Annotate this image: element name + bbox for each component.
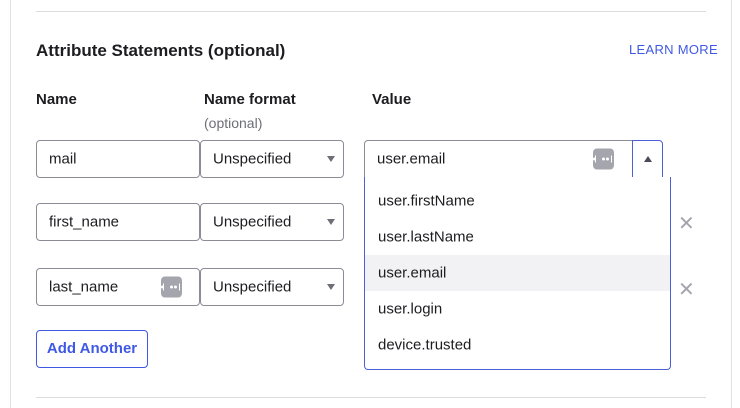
attribute-name-input[interactable]: last_name: [36, 268, 200, 306]
remove-row-close-icon[interactable]: ✕: [678, 214, 695, 234]
add-another-button[interactable]: Add Another: [36, 330, 148, 368]
name-format-value: Unspecified: [213, 278, 292, 296]
name-format-value: Unspecified: [213, 213, 292, 231]
attribute-name-value: first_name: [49, 213, 120, 231]
dropdown-option-label: device.trusted: [378, 336, 472, 354]
chevron-down-icon: [327, 284, 335, 290]
remove-row-close-icon[interactable]: ✕: [678, 280, 695, 300]
dropdown-option-highlighted[interactable]: user.email: [365, 255, 670, 291]
name-format-select[interactable]: Unspecified: [200, 140, 344, 178]
dropdown-option[interactable]: device.trusted: [365, 327, 670, 363]
column-header-value: Value: [372, 91, 412, 108]
dropdown-option[interactable]: user.lastName: [365, 219, 670, 255]
value-dropdown-toggle[interactable]: [632, 140, 663, 178]
column-header-name-format: Name format: [204, 91, 296, 108]
name-format-value: Unspecified: [213, 150, 292, 168]
section-title: Attribute Statements (optional): [36, 41, 286, 60]
column-header-name-format-sub: (optional): [204, 115, 263, 131]
name-format-select[interactable]: Unspecified: [200, 203, 344, 241]
dropdown-option[interactable]: user.login: [365, 291, 670, 327]
expression-editor-icon[interactable]: [161, 276, 182, 298]
chevron-up-icon: [643, 156, 652, 162]
attribute-value-text: user.email: [377, 150, 446, 168]
dropdown-option-label: user.firstName: [378, 192, 475, 210]
dropdown-option-label: user.lastName: [378, 228, 474, 246]
card-border-right: [731, 0, 732, 408]
dropdown-option[interactable]: user.firstName: [365, 183, 670, 219]
expression-editor-icon[interactable]: [593, 148, 614, 170]
attribute-name-input[interactable]: mail: [36, 140, 200, 178]
chevron-down-icon: [327, 156, 335, 162]
dropdown-option-label: user.login: [378, 300, 443, 318]
divider-bottom: [36, 397, 706, 398]
card-border-left: [10, 0, 11, 408]
attribute-name-value: last_name: [49, 278, 119, 296]
name-format-select[interactable]: Unspecified: [200, 268, 344, 306]
learn-more-link[interactable]: LEARN MORE: [629, 42, 718, 57]
column-header-name: Name: [36, 91, 77, 108]
attribute-name-input[interactable]: first_name: [36, 203, 200, 241]
attribute-name-value: mail: [49, 150, 77, 168]
chevron-down-icon: [327, 219, 335, 225]
dropdown-option-label: user.email: [378, 264, 447, 282]
attribute-value-combobox[interactable]: user.email: [364, 140, 633, 178]
value-dropdown-list: user.firstName user.lastName user.email …: [364, 177, 671, 370]
divider-top: [36, 11, 706, 12]
